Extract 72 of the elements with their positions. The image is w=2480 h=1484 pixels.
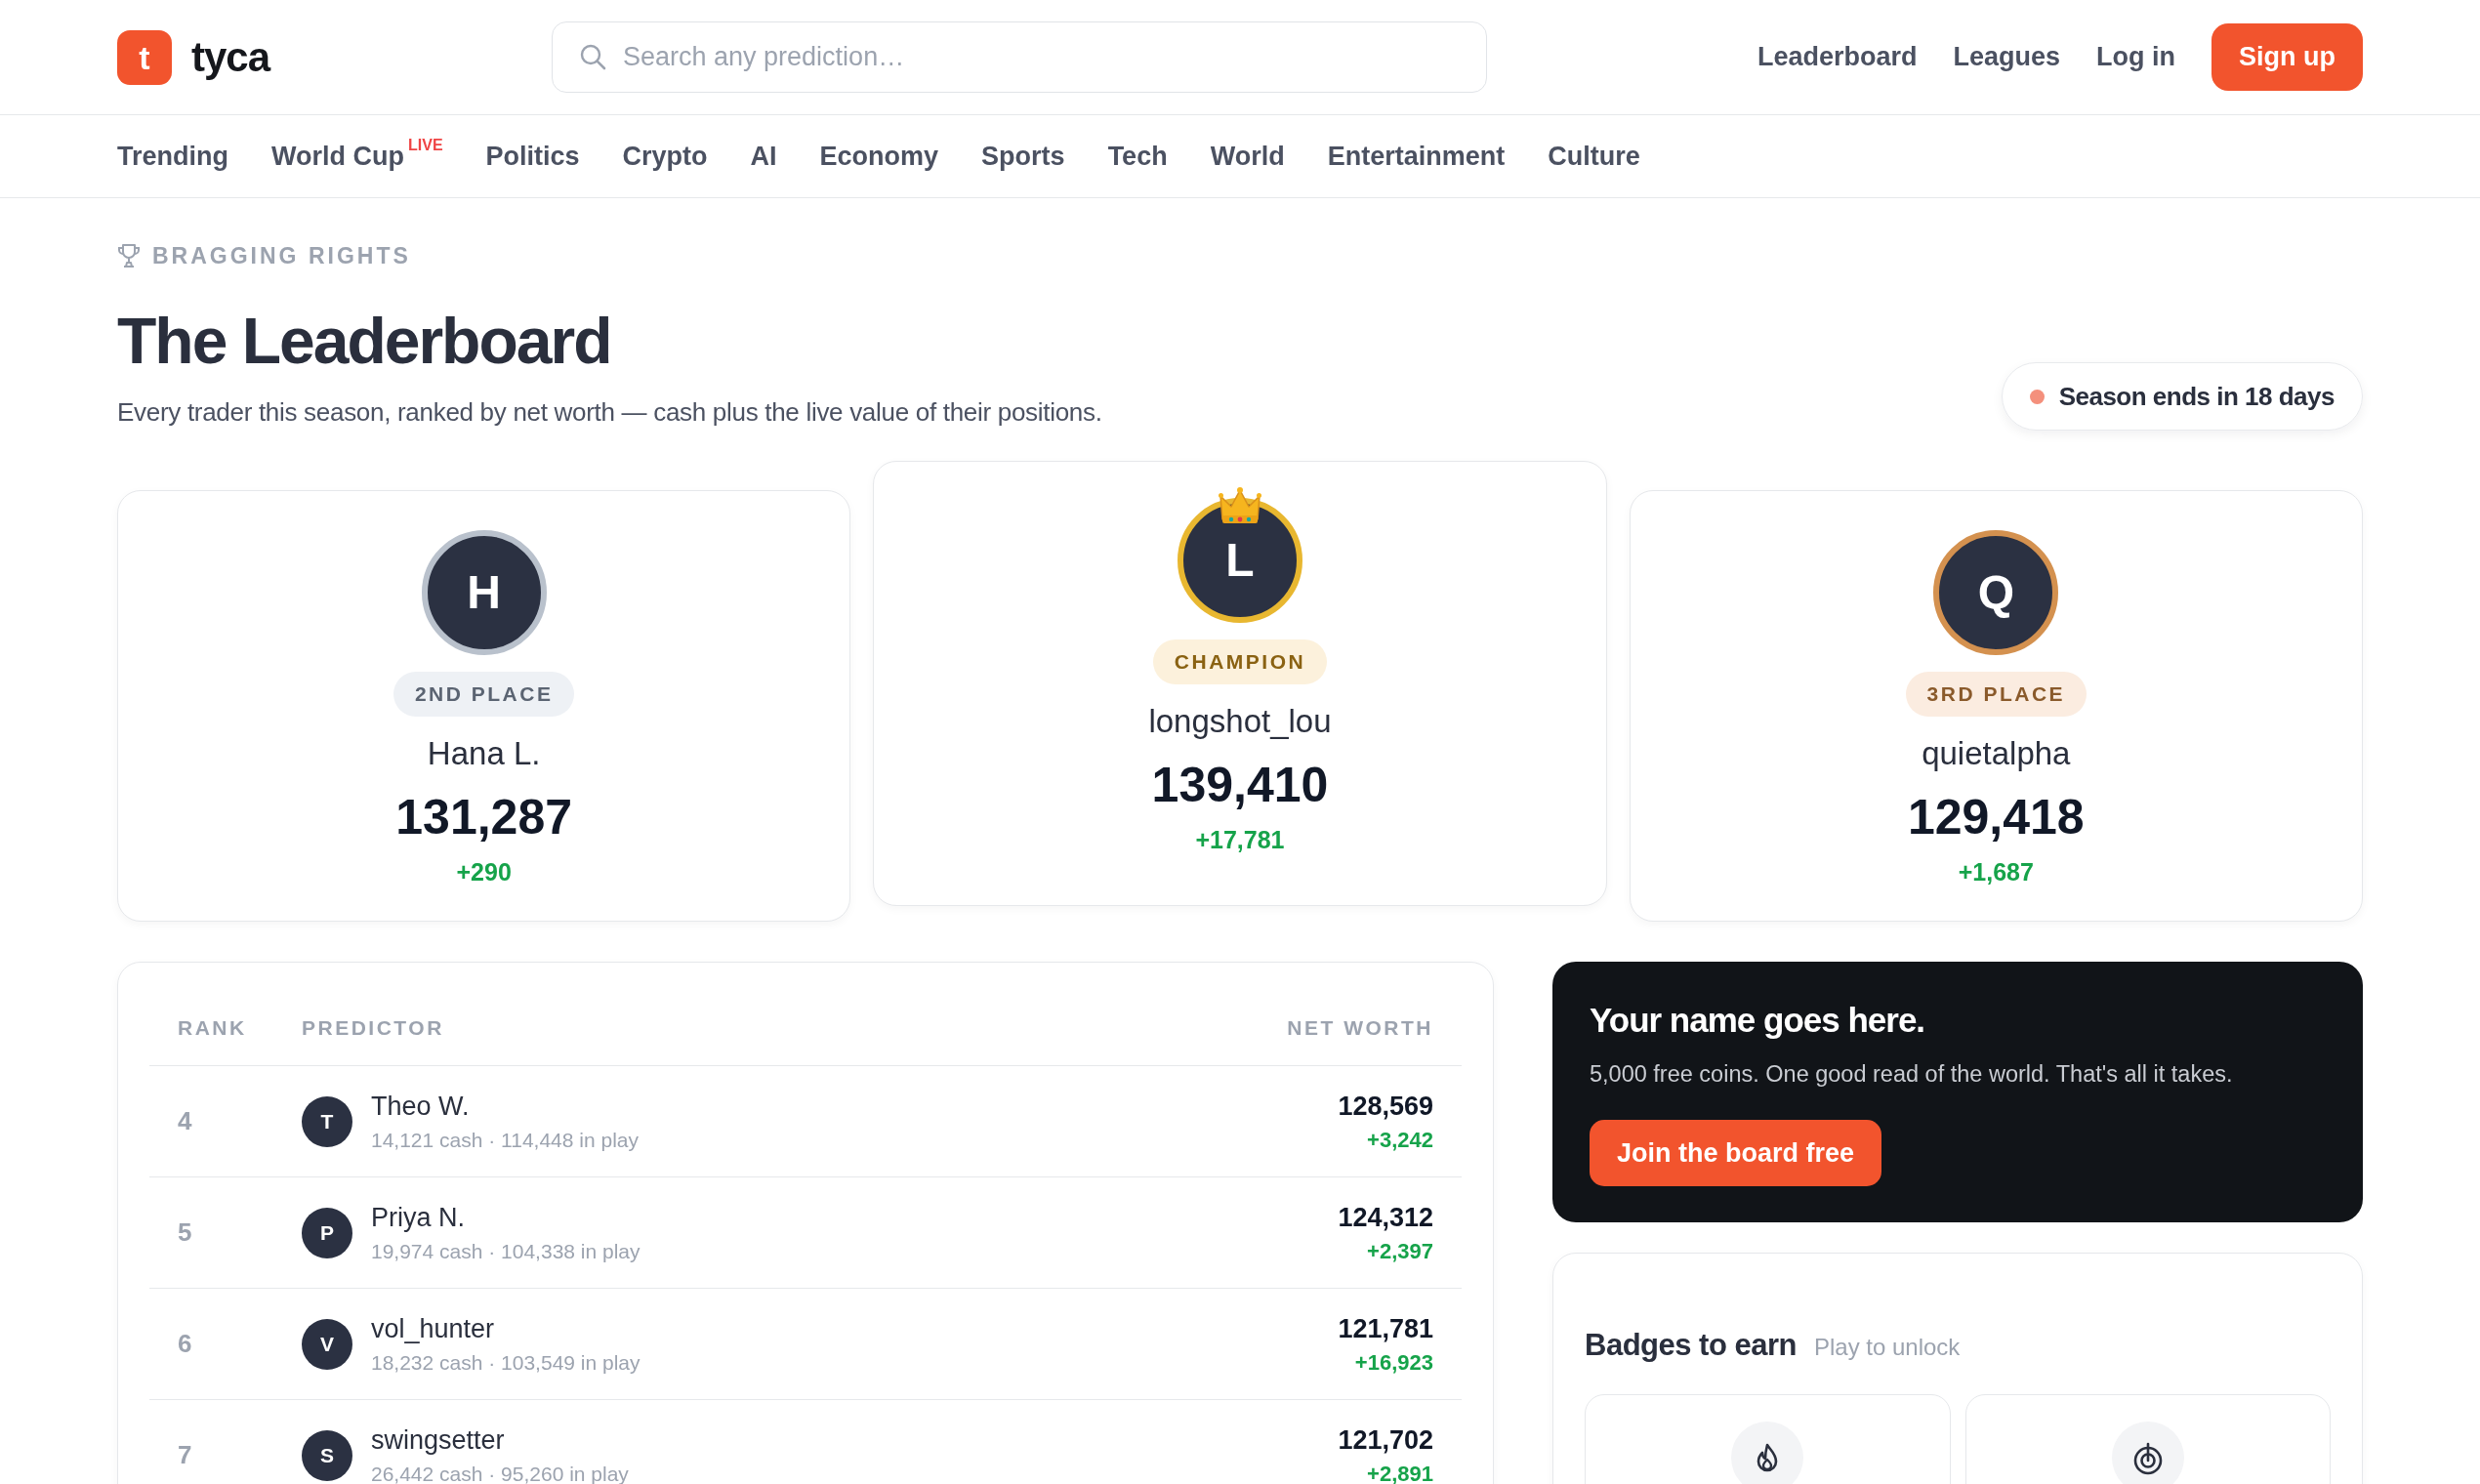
rank-number: 5	[178, 1216, 192, 1249]
column-header: RANK	[178, 1015, 247, 1041]
category-link[interactable]: Sports	[981, 136, 1065, 177]
category-link[interactable]: AI	[750, 136, 777, 177]
holdings-text: 18,232 cash · 103,549 in play	[371, 1350, 641, 1375]
category-link[interactable]: Entertainment	[1327, 136, 1506, 177]
user-avatar: P	[302, 1207, 352, 1258]
net-worth-value: 121,781	[1338, 1313, 1433, 1344]
season-text: Season ends in 18 days	[2058, 380, 2335, 413]
net-worth-value: 131,287	[395, 789, 573, 846]
flame-icon	[1731, 1422, 1804, 1484]
holdings-text: 14,121 cash · 114,448 in play	[371, 1128, 639, 1152]
trader-name: Hana L.	[427, 734, 541, 773]
crown-icon	[1219, 486, 1261, 525]
net-worth-value: 121,702	[1338, 1424, 1433, 1456]
target-icon	[2111, 1422, 2184, 1484]
search-icon	[579, 43, 606, 70]
rank-number: 7	[178, 1439, 192, 1471]
category-link[interactable]: World Cup$^{LIVE}$	[271, 136, 443, 177]
user-avatar: T	[302, 1095, 352, 1147]
category-link[interactable]: Tech	[1107, 136, 1168, 177]
column-header: PREDICTOR	[302, 1015, 444, 1041]
net-worth-value: 129,418	[1907, 789, 2085, 846]
change-value: +2,397	[1367, 1239, 1433, 1263]
user-avatar: S	[302, 1429, 352, 1481]
trader-name: quietalpha	[1922, 734, 2071, 773]
change-value: +16,923	[1354, 1350, 1433, 1375]
change-value: +1,687	[1958, 857, 2034, 887]
status-dot-icon	[2029, 389, 2045, 404]
trader-name: longshot_lou	[1148, 702, 1332, 741]
holdings-text: 19,974 cash · 104,338 in play	[371, 1239, 641, 1263]
page-subtitle: Every trader this season, ranked by net worth — cash plus the live value of their positions.	[117, 396, 1102, 429]
change-value: +290	[456, 857, 512, 887]
eyebrow-text: BRAGGING RIGHTS	[152, 242, 411, 270]
nav-link[interactable]: Log in	[2096, 37, 2175, 77]
promo-title: Your name goes here.	[1590, 1000, 1925, 1041]
search-field[interactable]: Search any prediction…	[552, 21, 1487, 93]
category-link[interactable]: Economy	[819, 136, 939, 177]
section-title: Badges to earn	[1585, 1327, 1797, 1364]
place-tag: 3RD PLACE	[1905, 672, 2087, 717]
user-avatar: V	[302, 1318, 352, 1370]
category-link[interactable]: World	[1210, 136, 1285, 177]
category-link[interactable]: Politics	[485, 136, 580, 177]
net-worth-value: 128,569	[1338, 1091, 1433, 1122]
user-avatar: L	[1178, 498, 1302, 623]
place-tag: 2ND PLACE	[393, 672, 575, 717]
nav-link[interactable]: Leaderboard	[1757, 37, 1918, 77]
predictor-name: Priya N.	[371, 1202, 466, 1233]
predictor-name: swingsetter	[371, 1424, 505, 1456]
rank-number: 6	[178, 1328, 192, 1360]
user-avatar: H	[421, 530, 547, 655]
brand-name[interactable]: tyca	[191, 26, 270, 88]
rank-number: 4	[178, 1105, 192, 1137]
change-value: +3,242	[1367, 1128, 1433, 1152]
column-header: NET WORTH	[1287, 1015, 1433, 1041]
predictor-name: vol_hunter	[371, 1313, 495, 1344]
user-avatar: Q	[1933, 530, 2059, 655]
change-value: +2,891	[1367, 1462, 1433, 1484]
nav-link[interactable]: Leagues	[1953, 37, 2061, 77]
net-worth-value: 139,410	[1151, 757, 1329, 814]
page-title: The Leaderboard	[117, 304, 611, 379]
hint-text: Play to unlock	[1813, 1333, 1961, 1362]
category-link[interactable]: Trending	[117, 136, 228, 177]
promo-text: 5,000 free coins. One good read of the world. That's all it takes.	[1590, 1060, 2233, 1089]
change-value: +17,781	[1195, 825, 1285, 855]
predictor-name: Theo W.	[371, 1091, 470, 1122]
category-link[interactable]: Crypto	[622, 136, 708, 177]
category-link[interactable]: Culture	[1548, 136, 1640, 177]
net-worth-value: 124,312	[1338, 1202, 1433, 1233]
live-tag: LIVE	[408, 137, 443, 154]
place-tag: CHAMPION	[1152, 639, 1328, 684]
trophy-icon	[117, 243, 141, 268]
